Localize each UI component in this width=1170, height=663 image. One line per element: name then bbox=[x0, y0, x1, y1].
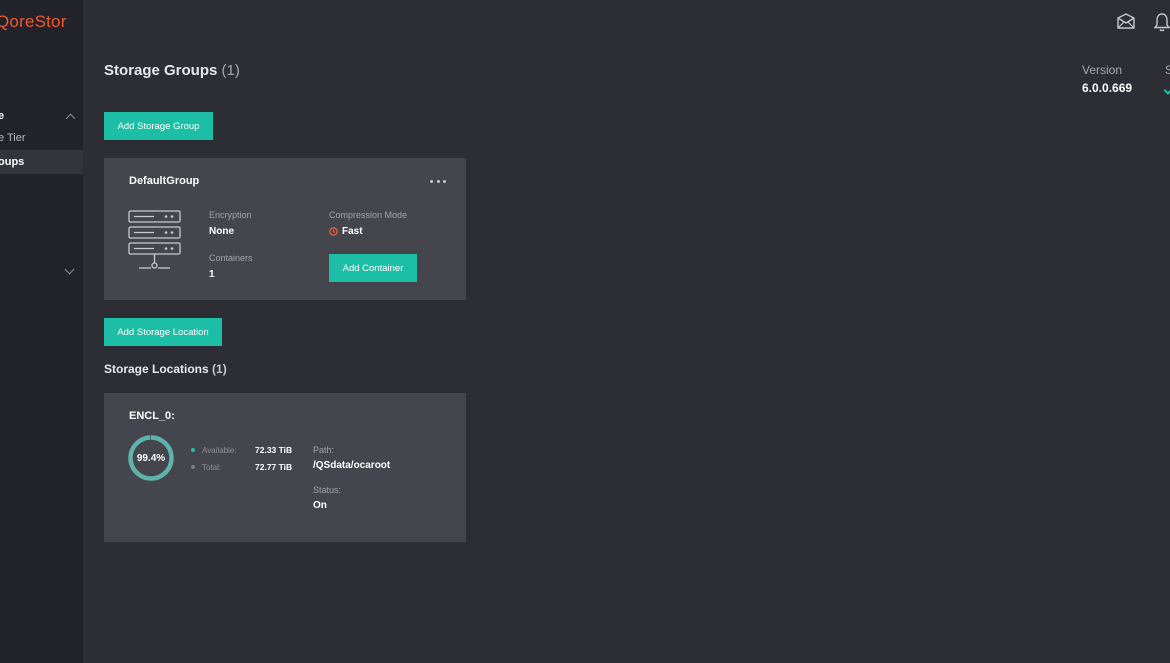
storage-locations-title: Storage Locations (1) bbox=[104, 362, 227, 376]
encryption-value: None bbox=[209, 226, 234, 237]
add-storage-group-button[interactable]: Add Storage Group bbox=[104, 112, 213, 140]
compression-mode-value: Fast bbox=[342, 226, 363, 237]
containers-label: Containers bbox=[209, 253, 253, 263]
check-icon bbox=[1163, 84, 1170, 95]
more-options-icon[interactable] bbox=[430, 178, 446, 184]
clock-icon bbox=[329, 227, 338, 236]
add-container-button[interactable]: Add Container bbox=[329, 254, 417, 282]
sidebar-item-storage[interactable]: e bbox=[0, 104, 83, 128]
page-title: Storage Groups (1) bbox=[104, 62, 240, 79]
available-label: Available: bbox=[202, 446, 237, 455]
sidebar-item-cloud-tier[interactable]: e Tier bbox=[0, 126, 83, 150]
total-dot bbox=[191, 465, 195, 469]
storage-locations-title-text: Storage Locations bbox=[104, 362, 209, 376]
chevron-up-icon bbox=[65, 113, 76, 124]
mail-icon[interactable] bbox=[1116, 12, 1136, 30]
sidebar-item-label: e Tier bbox=[0, 132, 26, 144]
total-value: 72.77 TiB bbox=[255, 462, 293, 472]
storage-location-name: ENCL_0: bbox=[129, 410, 175, 422]
page-title-text: Storage Groups bbox=[104, 62, 218, 79]
path-label: Path: bbox=[313, 445, 335, 455]
available-dot bbox=[191, 448, 195, 452]
path-value: /QSdata/ocaroot bbox=[313, 460, 391, 471]
page-title-count: (1) bbox=[221, 62, 240, 79]
server-icon bbox=[128, 210, 181, 269]
compression-mode-label: Compression Mode bbox=[329, 210, 408, 220]
storage-group-name: DefaultGroup bbox=[129, 175, 200, 187]
storage-group-card: DefaultGroup Encryption None Compression… bbox=[104, 158, 466, 300]
status-label-location: Status: bbox=[313, 485, 342, 495]
status-value: On bbox=[313, 500, 327, 511]
usage-percent: 99.4% bbox=[136, 452, 166, 464]
version-value: 6.0.0.669 bbox=[1082, 81, 1133, 95]
sidebar-item-storage-groups[interactable]: oups bbox=[0, 150, 83, 174]
status-label: S bbox=[1165, 63, 1170, 77]
add-storage-location-button[interactable]: Add Storage Location bbox=[104, 318, 222, 346]
app-logo: QoreStor bbox=[0, 12, 67, 31]
storage-locations-count: (1) bbox=[212, 362, 227, 376]
containers-value: 1 bbox=[209, 269, 215, 280]
total-label: Total: bbox=[202, 463, 222, 472]
sidebar: QoreStor e e Tier oups bbox=[0, 0, 83, 663]
storage-location-card: ENCL_0: 99.4% Available: 72.33 TiB Total… bbox=[104, 393, 466, 542]
chevron-down-icon bbox=[64, 264, 75, 275]
sidebar-item-collapsed-section[interactable] bbox=[0, 260, 83, 284]
version-label: Version bbox=[1082, 63, 1123, 77]
bell-icon[interactable] bbox=[1154, 12, 1170, 32]
sidebar-item-label: oups bbox=[0, 156, 25, 168]
available-value: 72.33 TiB bbox=[255, 445, 293, 455]
sidebar-item-label: e bbox=[0, 110, 5, 122]
encryption-label: Encryption bbox=[209, 210, 252, 220]
